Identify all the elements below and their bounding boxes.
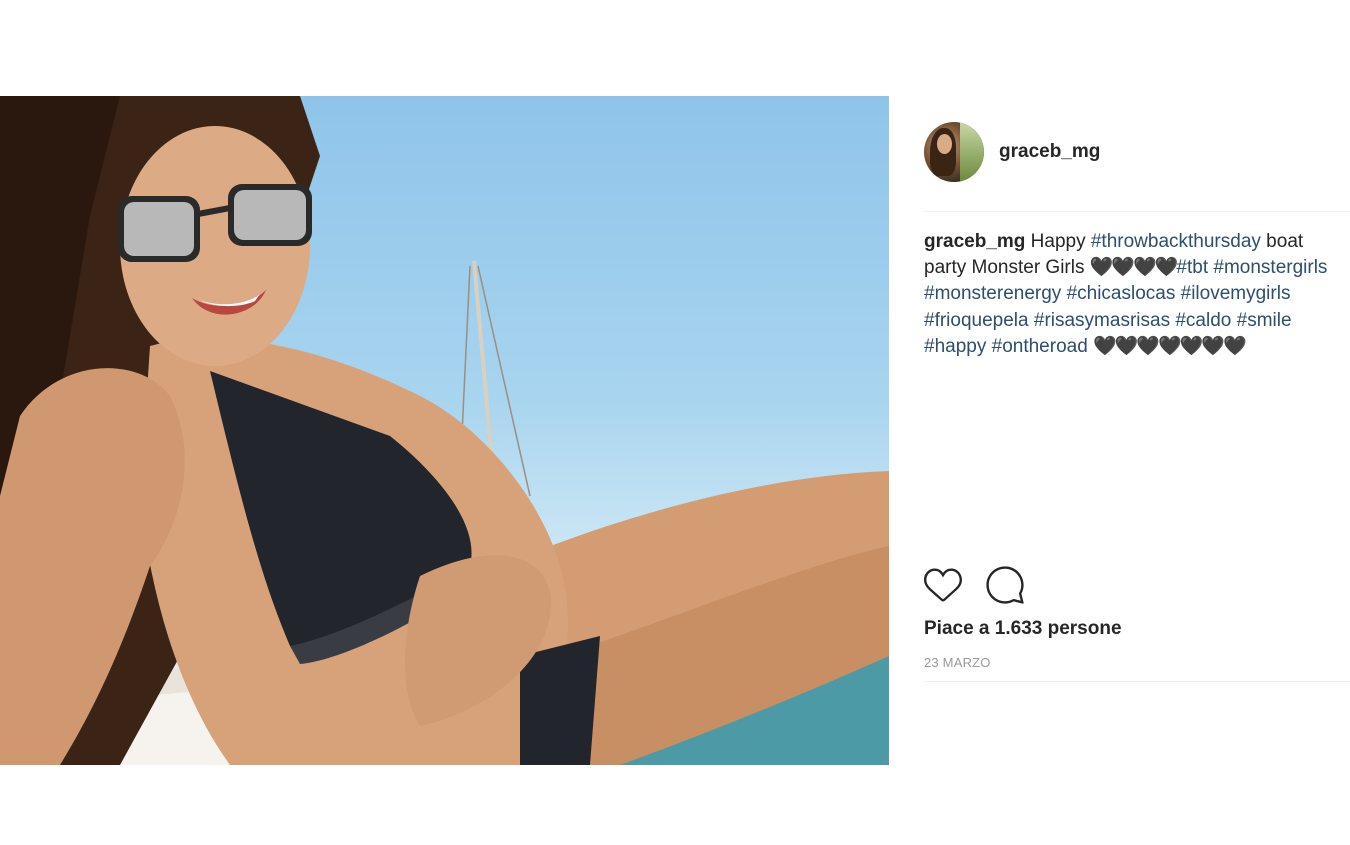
heart-icon[interactable] xyxy=(924,566,962,604)
hashtag-link[interactable]: #monstergirls xyxy=(1213,257,1327,278)
header-divider xyxy=(924,211,1350,212)
hashtag-link[interactable]: #chicaslocas xyxy=(1067,283,1176,304)
post-sidebar: graceb_mg graceb_mg Happy #throwbackthur… xyxy=(924,96,1350,765)
hashtag-link[interactable]: #happy xyxy=(924,336,986,357)
hashtag-link[interactable]: #tbt xyxy=(1176,257,1208,278)
avatar-background xyxy=(960,122,984,182)
black-heart-emoji: 🖤🖤🖤🖤 xyxy=(1089,257,1179,279)
hashtag-link[interactable]: #risasymasrisas xyxy=(1034,310,1170,331)
avatar[interactable] xyxy=(924,122,984,182)
post-caption: graceb_mg Happy #throwbackthursday boat … xyxy=(924,229,1334,360)
avatar-face xyxy=(937,134,952,154)
black-heart-emoji: 🖤🖤🖤🖤🖤🖤🖤 xyxy=(1093,335,1247,357)
comment-icon[interactable] xyxy=(986,566,1024,604)
hashtag-link[interactable]: #ilovemygirls xyxy=(1181,283,1291,304)
post-photo[interactable] xyxy=(0,96,889,765)
post-date[interactable]: 23 MARZO xyxy=(924,655,991,670)
post-actions xyxy=(924,566,1024,604)
hashtag-link[interactable]: #ontheroad xyxy=(992,336,1088,357)
caption-text-segment: Happy xyxy=(1030,231,1091,252)
caption-username[interactable]: graceb_mg xyxy=(924,231,1025,252)
hashtag-link[interactable]: #throwbackthursday xyxy=(1091,231,1261,252)
likes-count[interactable]: Piace a 1.633 persone xyxy=(924,618,1122,640)
hashtag-link[interactable]: #smile xyxy=(1237,310,1292,331)
post-photo-illustration xyxy=(0,96,889,765)
post-username[interactable]: graceb_mg xyxy=(999,141,1100,163)
hashtag-link[interactable]: #caldo xyxy=(1175,310,1231,331)
hashtag-link[interactable]: #frioquepela xyxy=(924,310,1029,331)
footer-divider xyxy=(924,681,1350,682)
post-header: graceb_mg xyxy=(924,122,1100,182)
hashtag-link[interactable]: #monsterenergy xyxy=(924,283,1061,304)
